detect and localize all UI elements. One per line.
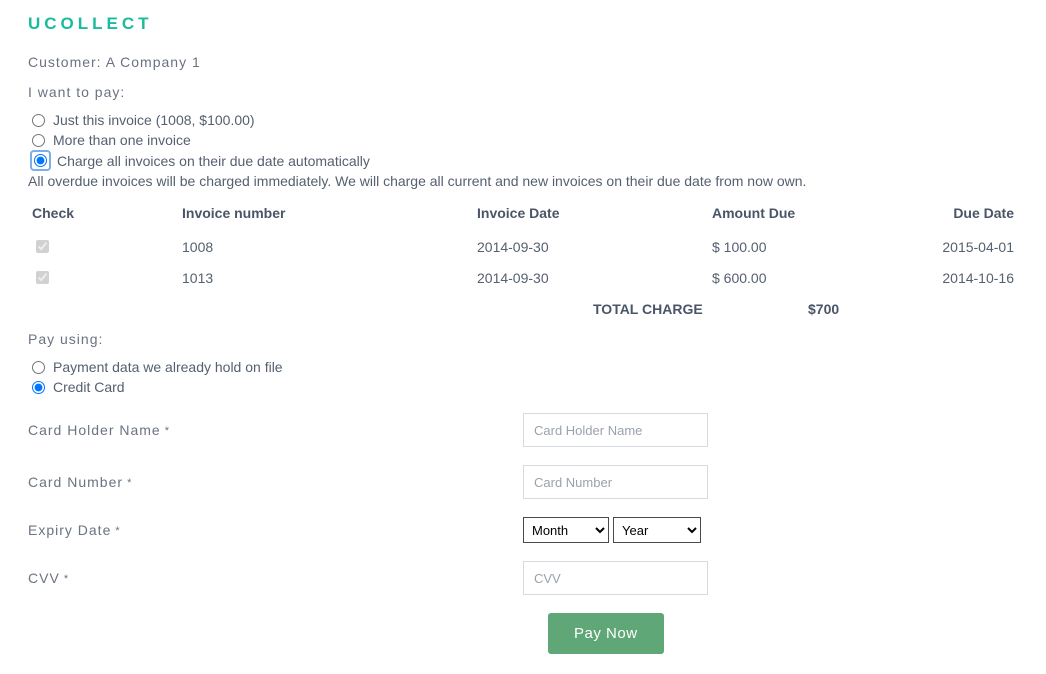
radio-more-than-one[interactable] [32,134,45,147]
cell-due-date: 2014-10-16 [918,262,1018,293]
col-due-date: Due Date [918,199,1018,231]
cell-amount-due: $ 100.00 [708,231,918,262]
cell-invoice-date: 2014-09-30 [473,231,708,262]
brand-logo: UCOLLECT [28,14,1018,34]
cvv-input[interactable] [523,561,708,595]
radio-just-this-invoice[interactable] [32,114,45,127]
radio-credit-card-label: Credit Card [53,379,125,395]
cell-due-date: 2015-04-01 [918,231,1018,262]
card-holder-name-input[interactable] [523,413,708,447]
row-check[interactable] [36,240,49,253]
radio-more-than-one-label: More than one invoice [53,132,191,148]
customer-line: Customer: A Company 1 [28,54,1018,70]
pay-using-heading: Pay using: [28,331,1018,347]
cell-invoice-number: 1013 [178,262,473,293]
col-check: Check [28,199,178,231]
total-charge-value: $700 [808,301,839,317]
charge-all-note: All overdue invoices will be charged imm… [28,173,1018,189]
cvv-label: CVV [28,570,523,586]
row-check[interactable] [36,271,49,284]
cell-invoice-date: 2014-09-30 [473,262,708,293]
expiry-month-select[interactable]: Month [523,517,609,543]
table-row: 1008 2014-09-30 $ 100.00 2015-04-01 [28,231,1018,262]
radio-payment-on-file-label: Payment data we already hold on file [53,359,283,375]
cell-invoice-number: 1008 [178,231,473,262]
radio-just-this-invoice-label: Just this invoice (1008, $100.00) [53,112,255,128]
total-charge-label: TOTAL CHARGE [593,301,808,317]
radio-payment-on-file[interactable] [32,361,45,374]
cell-amount-due: $ 600.00 [708,262,918,293]
col-invoice-date: Invoice Date [473,199,708,231]
card-holder-name-label: Card Holder Name [28,422,523,438]
card-number-input[interactable] [523,465,708,499]
col-invoice-number: Invoice number [178,199,473,231]
pay-now-button[interactable]: Pay Now [548,613,664,654]
invoice-table: Check Invoice number Invoice Date Amount… [28,199,1018,293]
radio-charge-all[interactable] [34,154,47,167]
card-number-label: Card Number [28,474,523,490]
table-row: 1013 2014-09-30 $ 600.00 2014-10-16 [28,262,1018,293]
customer-prefix: Customer: [28,54,106,70]
i-want-to-pay-heading: I want to pay: [28,84,1018,100]
col-amount-due: Amount Due [708,199,918,231]
customer-name: A Company 1 [106,54,201,70]
radio-credit-card[interactable] [32,381,45,394]
expiry-date-label: Expiry Date [28,522,523,538]
radio-charge-all-label: Charge all invoices on their due date au… [57,153,370,169]
expiry-year-select[interactable]: Year [613,517,701,543]
